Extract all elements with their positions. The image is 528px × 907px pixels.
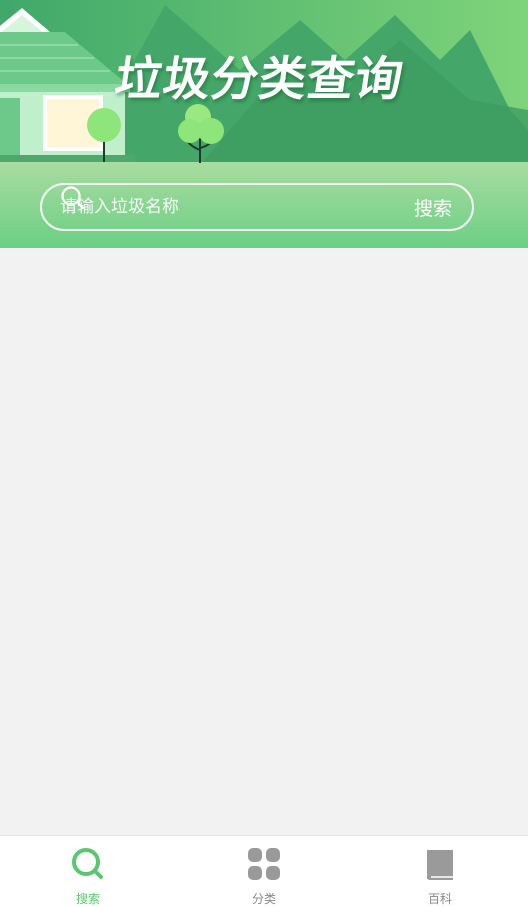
- bottom-tab-bar: 搜索 分类 百科: [0, 835, 528, 907]
- content-area: [0, 248, 528, 835]
- book-icon: [422, 846, 458, 882]
- tab-encyclopedia[interactable]: 百科: [352, 836, 528, 907]
- search-bar[interactable]: 搜索: [40, 183, 474, 231]
- tab-search[interactable]: 搜索: [0, 836, 176, 907]
- tab-label-search: 搜索: [75, 892, 100, 906]
- search-button[interactable]: 搜索: [414, 194, 452, 221]
- tab-label-encyclopedia: 百科: [427, 892, 452, 906]
- tab-label-category: 分类: [251, 892, 276, 906]
- search-input[interactable]: [58, 196, 414, 218]
- tab-category[interactable]: 分类: [176, 836, 352, 907]
- search-icon: [61, 186, 85, 210]
- grid-icon: [246, 846, 282, 882]
- search-icon: [70, 846, 106, 882]
- header-banner: 垃圾分类查询 搜索: [0, 0, 528, 248]
- page-title: 垃圾分类查询: [111, 52, 408, 107]
